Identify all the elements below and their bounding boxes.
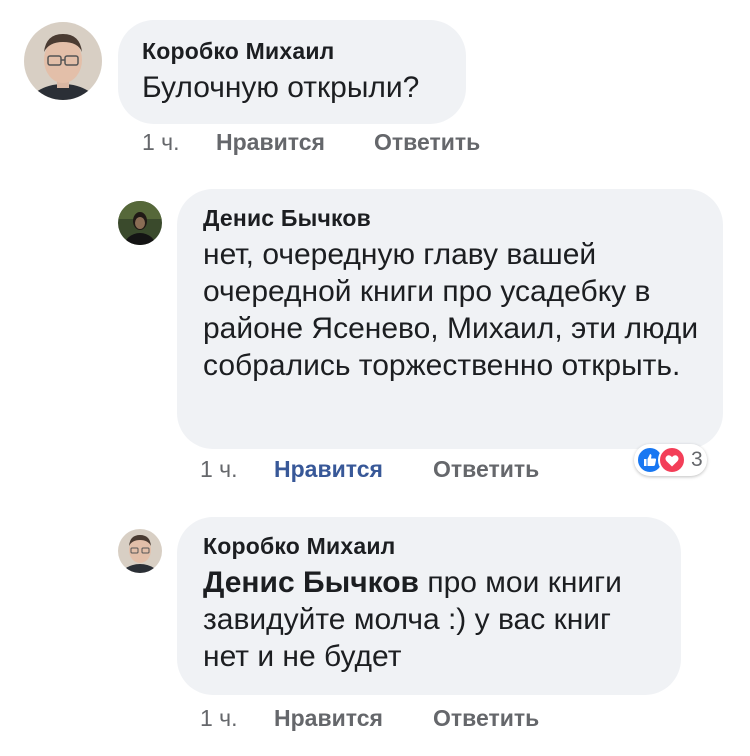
reaction-count: 3	[691, 448, 703, 471]
love-icon	[658, 446, 686, 474]
comment-time[interactable]: 1 ч.	[200, 456, 238, 483]
avatar-bychkov[interactable]	[118, 201, 162, 245]
comment-bubble: Коробко Михаил Булочную открыли?	[118, 20, 466, 124]
comment-author[interactable]: Коробко Михаил	[203, 533, 655, 560]
person-avatar-icon	[24, 22, 102, 100]
comment-bubble: Денис Бычков нет, очередную главу вашей …	[177, 189, 723, 449]
comment-time[interactable]: 1 ч.	[142, 129, 180, 156]
comment-text: Булочную открыли?	[142, 71, 420, 104]
comment-bubble: Коробко Михаил Денис Бычков про мои книг…	[177, 517, 681, 695]
reaction-summary[interactable]: 3	[634, 444, 707, 476]
comment-meta: 1 ч. Нравится Ответить	[200, 456, 580, 484]
mention-link[interactable]: Денис Бычков	[203, 566, 419, 599]
comment-text: Денис Бычков про мои книги завидуйте мол…	[203, 564, 653, 675]
comment-text: нет, очередную главу вашей очередной кни…	[203, 238, 699, 382]
reply-button[interactable]: Ответить	[433, 456, 539, 483]
person-avatar-icon	[118, 529, 162, 573]
avatar-korobko[interactable]	[24, 22, 102, 100]
person-avatar-icon	[118, 201, 162, 245]
comment-meta: 1 ч. Нравится Ответить	[200, 705, 580, 733]
comment-author[interactable]: Коробко Михаил	[142, 38, 442, 65]
reply-button[interactable]: Ответить	[374, 129, 480, 156]
avatar-korobko[interactable]	[118, 529, 162, 573]
like-button[interactable]: Нравится	[274, 705, 383, 732]
like-button[interactable]: Нравится	[274, 456, 383, 483]
reply-button[interactable]: Ответить	[433, 705, 539, 732]
like-button[interactable]: Нравится	[216, 129, 325, 156]
comment-meta: 1 ч. Нравится Ответить	[142, 129, 522, 157]
comment-author[interactable]: Денис Бычков	[203, 205, 697, 232]
comment-time[interactable]: 1 ч.	[200, 705, 238, 732]
